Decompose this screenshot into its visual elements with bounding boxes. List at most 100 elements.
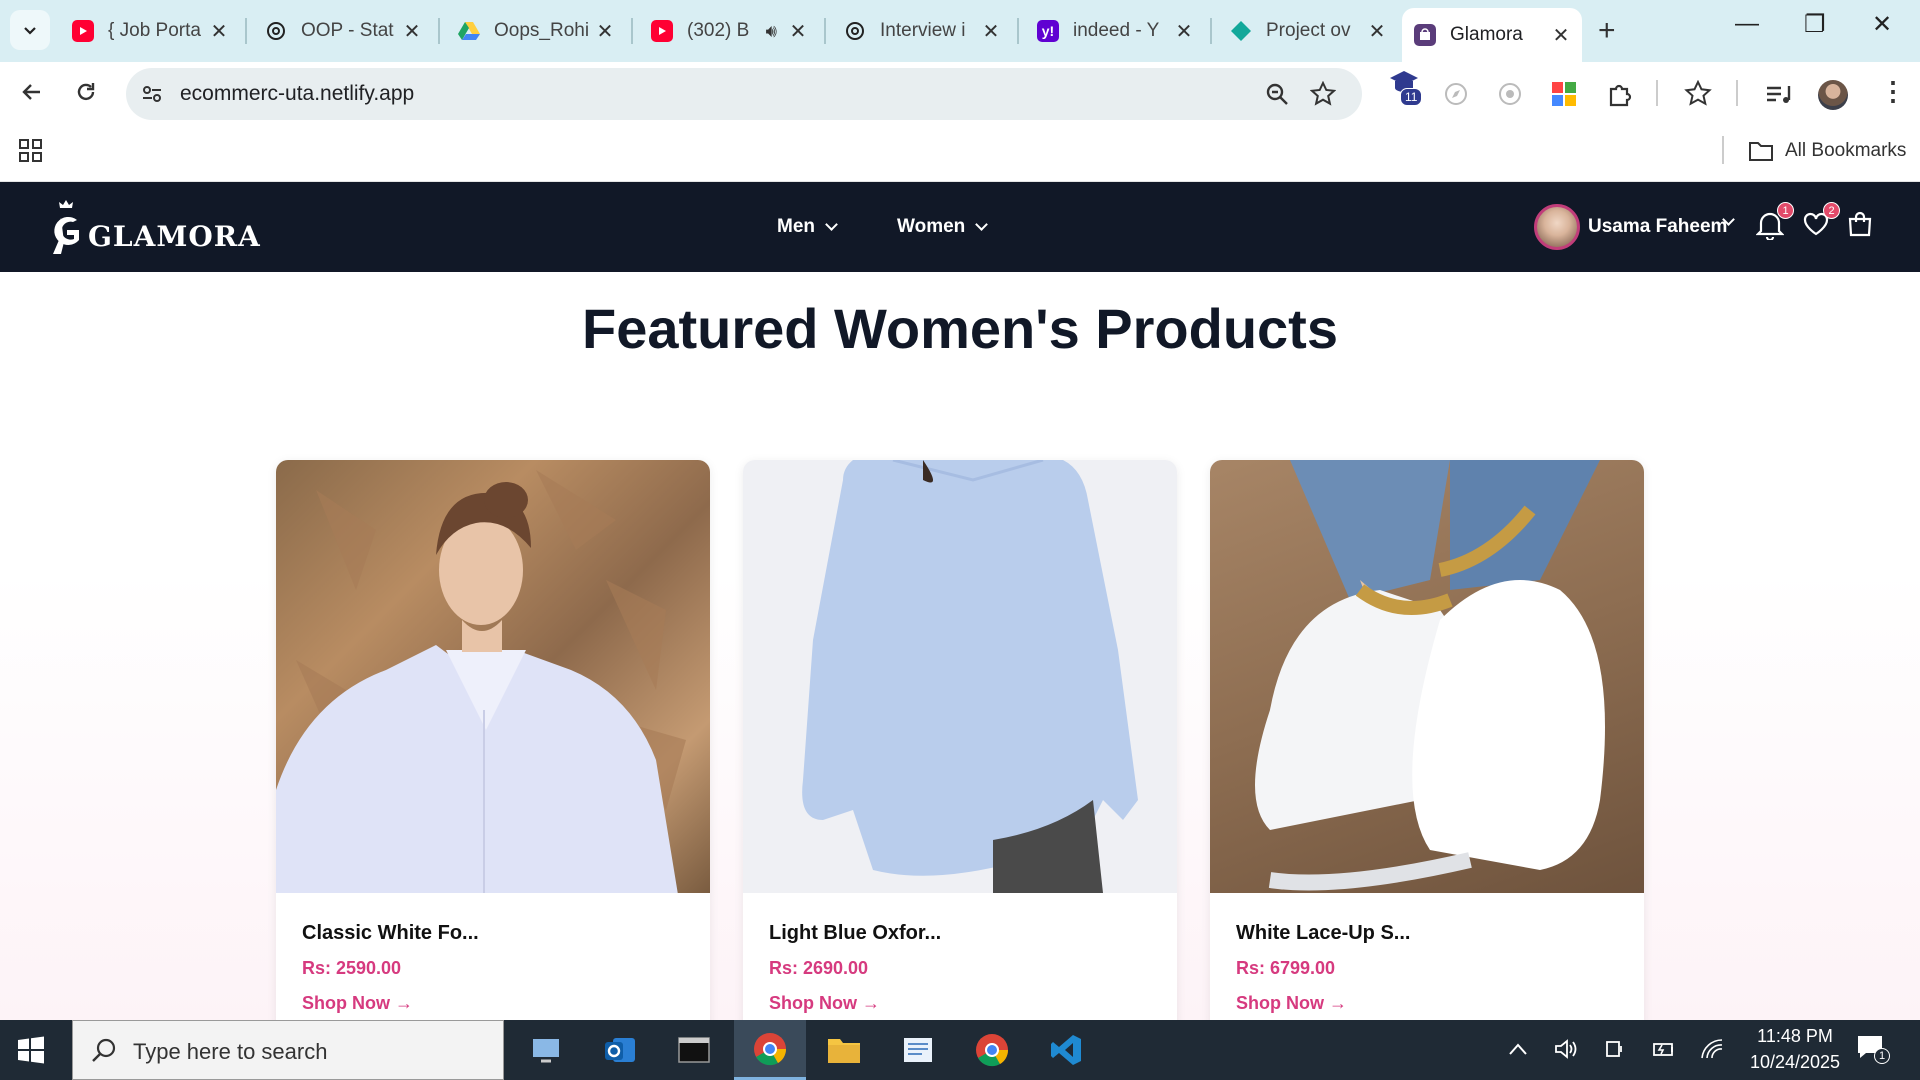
new-tab-button[interactable]: +: [1598, 14, 1616, 48]
taskbar-date[interactable]: 10/24/2025: [1740, 1052, 1850, 1073]
product-name[interactable]: Light Blue Oxfor...: [769, 922, 941, 945]
taskbar-app-vscode[interactable]: [1030, 1020, 1102, 1080]
taskbar-app-chrome-profile[interactable]: [956, 1020, 1028, 1080]
youtube-icon: [72, 20, 94, 42]
puzzle-extensions-icon[interactable]: [1606, 80, 1634, 108]
tab-project-overview[interactable]: Project ov ✕: [1218, 9, 1398, 53]
close-icon[interactable]: ✕: [1550, 23, 1572, 48]
site-icon: [1414, 24, 1436, 46]
shop-now-link[interactable]: Shop Now →: [302, 993, 413, 1014]
product-card[interactable]: White Lace-Up S... Rs: 6799.00 Shop Now …: [1210, 460, 1644, 1020]
product-name[interactable]: Classic White Fo...: [302, 922, 479, 945]
tab-glamora-active[interactable]: Glamora ✕: [1402, 8, 1582, 62]
taskbar-app-monitor[interactable]: [510, 1020, 582, 1080]
close-window-icon[interactable]: ✕: [1872, 10, 1892, 39]
product-image[interactable]: [743, 460, 1177, 893]
address-bar[interactable]: ecommerc-uta.netlify.app: [126, 68, 1362, 120]
nav-women-label: Women: [897, 216, 966, 237]
taskbar-search-box[interactable]: Type here to search: [72, 1020, 504, 1080]
wishlist-badge: 2: [1823, 202, 1840, 219]
taskbar-app-file-explorer[interactable]: [808, 1020, 880, 1080]
site-settings-icon[interactable]: [140, 82, 164, 106]
chevron-down-icon: [825, 218, 838, 231]
colorful-extension-icon[interactable]: [1550, 80, 1578, 108]
speaker-icon[interactable]: 🔊︎: [766, 21, 777, 42]
nav-men-label: Men: [777, 216, 815, 237]
site-logo[interactable]: GLAMORA: [44, 196, 261, 262]
toolbar-divider: [1656, 80, 1658, 106]
tab-indeed[interactable]: y! indeed - Y ✕: [1025, 9, 1205, 53]
close-icon[interactable]: ✕: [787, 19, 809, 44]
close-icon[interactable]: ✕: [980, 19, 1002, 44]
chrome-icon: [976, 1034, 1009, 1067]
folder-icon: [828, 1039, 860, 1063]
close-icon[interactable]: ✕: [1173, 19, 1195, 44]
favorites-icon[interactable]: [1684, 80, 1712, 108]
openai-icon: [844, 20, 866, 42]
media-control-icon[interactable]: [1764, 80, 1792, 108]
notification-badge: 1: [1777, 202, 1794, 219]
tab-title: OOP - Stat: [301, 20, 394, 41]
chevron-up-icon[interactable]: [1508, 1042, 1528, 1056]
wishlist-button[interactable]: 2: [1802, 202, 1840, 242]
taskbar-app-document[interactable]: [882, 1020, 954, 1080]
shop-now-link[interactable]: Shop Now →: [769, 993, 880, 1014]
close-icon[interactable]: ✕: [594, 19, 616, 44]
search-icon: [92, 1038, 116, 1062]
taskbar-search-placeholder[interactable]: Type here to search: [133, 1039, 327, 1065]
shop-now-link[interactable]: Shop Now →: [1236, 993, 1347, 1014]
yahoo-icon: y!: [1037, 20, 1059, 42]
battery-charging-icon[interactable]: [1650, 1038, 1676, 1060]
cart-button[interactable]: [1846, 210, 1878, 242]
notifications-button[interactable]: 1: [1755, 202, 1794, 242]
taskbar-app-chrome-active[interactable]: [734, 1020, 806, 1080]
nav-women[interactable]: Women: [897, 216, 989, 238]
product-image[interactable]: [1210, 460, 1644, 893]
taskbar-app-outlook[interactable]: [584, 1020, 656, 1080]
bookmarks-divider: [1722, 136, 1724, 164]
apps-grid-icon[interactable]: [18, 138, 44, 164]
user-name[interactable]: Usama Faheem: [1588, 216, 1727, 238]
close-icon[interactable]: ✕: [401, 19, 423, 44]
camera-extension-icon[interactable]: [1498, 82, 1522, 106]
folder-icon[interactable]: [1748, 140, 1774, 162]
chrome-icon: [754, 1032, 787, 1065]
tab-youtube-302[interactable]: (302) B 🔊︎ ✕: [639, 9, 819, 53]
zoom-icon[interactable]: [1264, 81, 1290, 107]
product-name[interactable]: White Lace-Up S...: [1236, 922, 1410, 945]
windows-start-icon[interactable]: [16, 1035, 46, 1065]
tab-job-portal[interactable]: { Job Porta ✕: [60, 9, 240, 53]
product-price: Rs: 2690.00: [769, 958, 869, 978]
restore-icon[interactable]: ❐: [1804, 10, 1826, 39]
compass-extension-icon[interactable]: [1444, 82, 1468, 106]
graduation-cap-extension-icon[interactable]: 11: [1388, 68, 1423, 106]
device-icon[interactable]: [1604, 1038, 1626, 1060]
close-icon[interactable]: ✕: [1366, 19, 1388, 44]
url-text[interactable]: ecommerc-uta.netlify.app: [180, 82, 414, 106]
product-image[interactable]: [276, 460, 710, 893]
volume-icon[interactable]: [1554, 1038, 1578, 1060]
all-bookmarks-button[interactable]: All Bookmarks: [1785, 140, 1906, 162]
more-menu-icon[interactable]: ⋮: [1880, 76, 1906, 107]
wifi-icon[interactable]: [1700, 1038, 1724, 1060]
tab-search-button[interactable]: [10, 10, 50, 50]
product-price: Rs: 6799.00: [1236, 958, 1336, 978]
nav-men[interactable]: Men: [777, 216, 838, 238]
product-card[interactable]: Light Blue Oxfor... Rs: 2690.00 Shop Now…: [743, 460, 1177, 1020]
profile-avatar[interactable]: [1818, 80, 1848, 110]
product-card[interactable]: Classic White Fo... Rs: 2590.00 Shop Now…: [276, 460, 710, 1020]
reload-icon[interactable]: [74, 80, 98, 104]
user-avatar[interactable]: [1534, 204, 1580, 250]
tab-oop[interactable]: OOP - Stat ✕: [253, 9, 433, 53]
taskbar-time[interactable]: 11:48 PM: [1750, 1026, 1840, 1047]
minimize-icon[interactable]: —: [1735, 10, 1759, 38]
tab-interview[interactable]: Interview i ✕: [832, 9, 1012, 53]
tab-oops-rohi[interactable]: Oops_Rohi ✕: [446, 9, 626, 53]
taskbar-app-terminal[interactable]: [658, 1020, 730, 1080]
back-arrow-icon[interactable]: [20, 80, 44, 104]
tab-title: { Job Porta: [108, 20, 201, 41]
action-center-button[interactable]: 1: [1856, 1034, 1890, 1064]
bookmark-star-icon[interactable]: [1310, 81, 1336, 107]
close-icon[interactable]: ✕: [208, 19, 230, 44]
chevron-down-icon: [975, 218, 989, 231]
